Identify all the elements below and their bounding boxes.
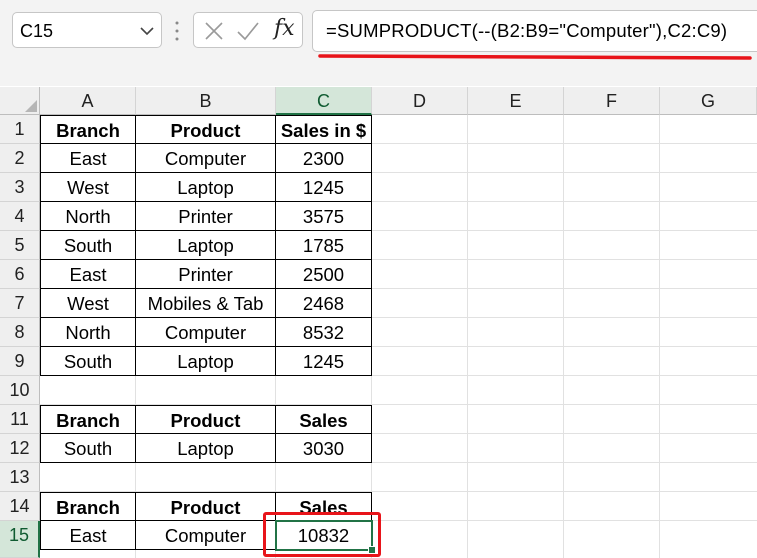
cell-b4[interactable]: Printer [136, 202, 276, 231]
column-header-b[interactable]: B [136, 87, 276, 115]
row-header-11[interactable]: 11 [0, 405, 40, 434]
cell-c2[interactable]: 2300 [276, 144, 372, 173]
row-header-4[interactable]: 4 [0, 202, 40, 231]
row-header-3[interactable]: 3 [0, 173, 40, 202]
cell-b15[interactable]: Computer [136, 521, 276, 550]
cell-a9[interactable]: South [40, 347, 136, 376]
cell-b9[interactable]: Laptop [136, 347, 276, 376]
column-header-e[interactable]: E [468, 87, 564, 115]
cell-c1[interactable]: Sales in $ [276, 115, 372, 144]
cell-b1[interactable]: Product [136, 115, 276, 144]
cell-b8[interactable]: Computer [136, 318, 276, 347]
cell-c5[interactable]: 1785 [276, 231, 372, 260]
row-header-10[interactable]: 10 [0, 376, 40, 405]
cell-a2[interactable]: East [40, 144, 136, 173]
cell-b3[interactable]: Laptop [136, 173, 276, 202]
select-all-icon [25, 100, 37, 112]
cell-c9[interactable]: 1245 [276, 347, 372, 376]
formula-bar-area: C15 fx =SUMPRODUCT(--(B2:B9="Computer"),… [0, 0, 757, 86]
row-header-8[interactable]: 8 [0, 318, 40, 347]
row-header-9[interactable]: 9 [0, 347, 40, 376]
row-header-15[interactable]: 15 [0, 521, 40, 558]
column-header-f[interactable]: F [564, 87, 660, 115]
cell-c11[interactable]: Sales [276, 405, 372, 434]
cell-a6[interactable]: East [40, 260, 136, 289]
select-all-corner[interactable] [0, 87, 40, 115]
cell-c4[interactable]: 3575 [276, 202, 372, 231]
cell-a3[interactable]: West [40, 173, 136, 202]
cell-a12[interactable]: South [40, 434, 136, 463]
cell-b6[interactable]: Printer [136, 260, 276, 289]
column-header-c[interactable]: C [276, 87, 372, 115]
worksheet-grid[interactable]: Branch Product Sales in $ East Computer … [40, 115, 757, 558]
cell-b11[interactable]: Product [136, 405, 276, 434]
formula-red-underline [318, 54, 752, 60]
row-header-1[interactable]: 1 [0, 115, 40, 144]
cell-a8[interactable]: North [40, 318, 136, 347]
row-header-7[interactable]: 7 [0, 289, 40, 318]
cell-a4[interactable]: North [40, 202, 136, 231]
row-header-6[interactable]: 6 [0, 260, 40, 289]
row-header-12[interactable]: 12 [0, 434, 40, 463]
column-header-d[interactable]: D [372, 87, 468, 115]
column-header-g[interactable]: G [660, 87, 757, 115]
cell-b2[interactable]: Computer [136, 144, 276, 173]
cell-a1[interactable]: Branch [40, 115, 136, 144]
row-header-5[interactable]: 5 [0, 231, 40, 260]
row-header-13[interactable]: 13 [0, 463, 40, 492]
cell-b14[interactable]: Product [136, 492, 276, 521]
column-header-a[interactable]: A [40, 87, 136, 115]
cell-c7[interactable]: 2468 [276, 289, 372, 318]
cell-b12[interactable]: Laptop [136, 434, 276, 463]
cell-c12[interactable]: 3030 [276, 434, 372, 463]
row-header-2[interactable]: 2 [0, 144, 40, 173]
cell-b7[interactable]: Mobiles & Tab [136, 289, 276, 318]
cell-a14[interactable]: Branch [40, 492, 136, 521]
cell-a7[interactable]: West [40, 289, 136, 318]
cell-c8[interactable]: 8532 [276, 318, 372, 347]
cell-c6[interactable]: 2500 [276, 260, 372, 289]
cell-a11[interactable]: Branch [40, 405, 136, 434]
cell-a15[interactable]: East [40, 521, 136, 550]
cell-a5[interactable]: South [40, 231, 136, 260]
result-highlight-box [263, 512, 381, 557]
cell-b5[interactable]: Laptop [136, 231, 276, 260]
cell-c3[interactable]: 1245 [276, 173, 372, 202]
row-header-14[interactable]: 14 [0, 492, 40, 521]
